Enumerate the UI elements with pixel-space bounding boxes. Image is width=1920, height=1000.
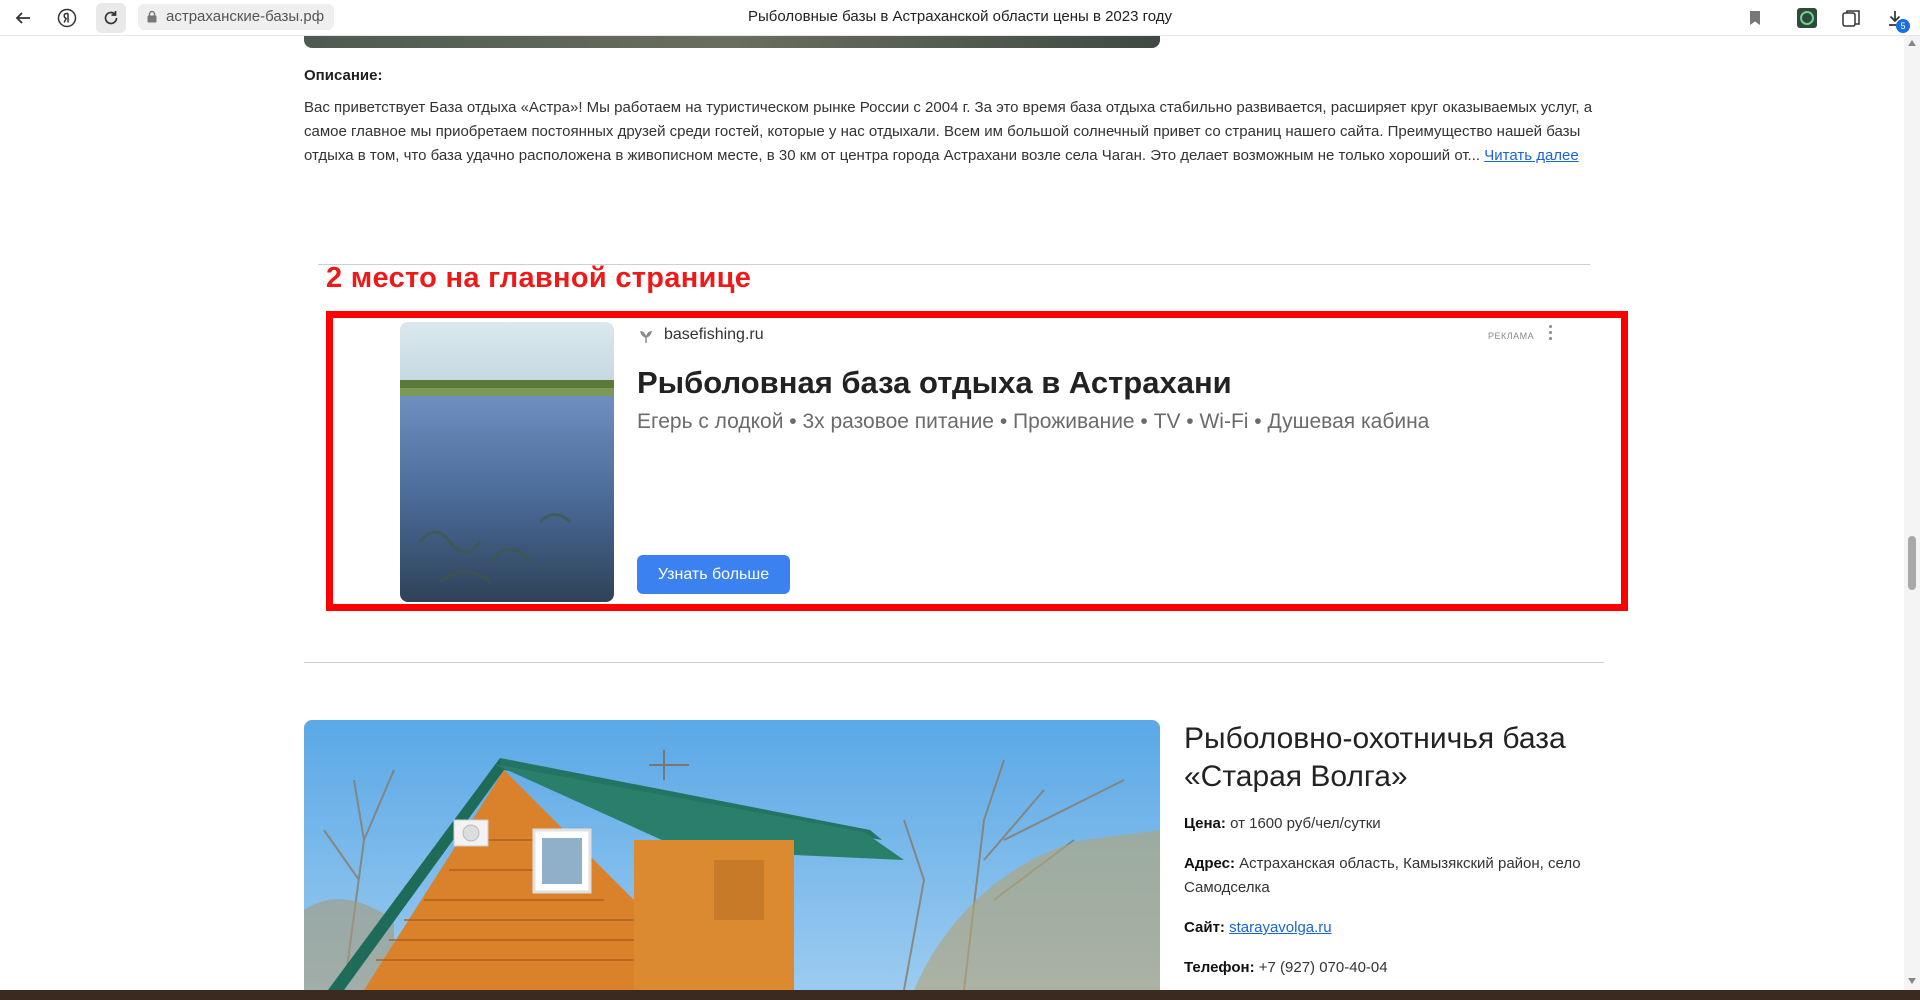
- address-row: Адрес: Астраханская область, Камызякский…: [1184, 852, 1604, 900]
- site-link[interactable]: starayavolga.ru: [1229, 919, 1332, 936]
- divider: [304, 662, 1604, 663]
- price-value: от 1600 руб/чел/сутки: [1230, 815, 1381, 832]
- yandex-logo-icon[interactable]: [52, 3, 82, 33]
- address-label: Адрес:: [1184, 855, 1235, 872]
- price-row: Цена: от 1600 руб/чел/сутки: [1184, 812, 1604, 836]
- scrollbar-thumb[interactable]: [1908, 536, 1916, 590]
- download-count-badge: 5: [1896, 19, 1910, 33]
- phone-label: Телефон:: [1184, 959, 1255, 976]
- reload-icon[interactable]: [96, 3, 126, 33]
- price-label: Цена:: [1184, 815, 1226, 832]
- page-scrollbar[interactable]: [1904, 36, 1920, 990]
- ad-domain-link[interactable]: basefishing.ru: [664, 326, 764, 344]
- ad-subtitle: Егерь с лодкой • 3х разовое питание • Пр…: [637, 410, 1430, 433]
- description-label: Описание:: [304, 67, 383, 84]
- site-row: Сайт: starayavolga.ru: [1184, 916, 1604, 940]
- ad-label: РЕКЛАМА: [1488, 331, 1535, 341]
- back-arrow-icon[interactable]: [8, 3, 38, 33]
- ad-lake-image[interactable]: [400, 322, 614, 602]
- download-icon[interactable]: 5: [1882, 5, 1910, 33]
- annotation-title: 2 место на главной странице: [326, 262, 752, 294]
- bookmark-icon[interactable]: [1742, 5, 1768, 31]
- previous-listing-image: [304, 36, 1160, 48]
- ad-headline[interactable]: Рыболовная база отдыха в Астрахани: [637, 365, 1232, 401]
- address-bar[interactable]: астраханские-базы.рф: [138, 4, 335, 30]
- extension-icon[interactable]: [1794, 5, 1820, 31]
- taskbar-strip: [0, 990, 1920, 1000]
- scroll-up-arrow-icon[interactable]: [1908, 40, 1916, 46]
- ad-more-menu-icon[interactable]: [1548, 325, 1554, 345]
- listing-title[interactable]: Рыболовно-охотничья база «Старая Волга»: [1184, 720, 1604, 796]
- collections-icon[interactable]: [1838, 5, 1864, 31]
- description-body: Вас приветствует База отдыха «Астра»! Мы…: [304, 99, 1593, 164]
- scroll-down-arrow-icon[interactable]: [1908, 978, 1916, 984]
- address-value: Астраханская область, Камызякский район,…: [1184, 855, 1581, 896]
- read-more-link[interactable]: Читать далее: [1484, 147, 1578, 164]
- description-text: Вас приветствует База отдыха «Астра»! Мы…: [304, 96, 1604, 168]
- listing-house-image[interactable]: [304, 720, 1160, 990]
- lock-icon: [147, 10, 157, 23]
- address-text: астраханские-базы.рф: [166, 8, 325, 25]
- phone-row: Телефон: +7 (927) 070-40-04: [1184, 956, 1604, 980]
- browser-toolbar: астраханские-базы.рф Рыболовные базы в А…: [0, 0, 1920, 36]
- ad-favicon-icon: [640, 331, 652, 343]
- site-label: Сайт:: [1184, 919, 1225, 936]
- phone-value: +7 (927) 070-40-04: [1258, 959, 1388, 976]
- learn-more-button[interactable]: Узнать больше: [637, 555, 790, 594]
